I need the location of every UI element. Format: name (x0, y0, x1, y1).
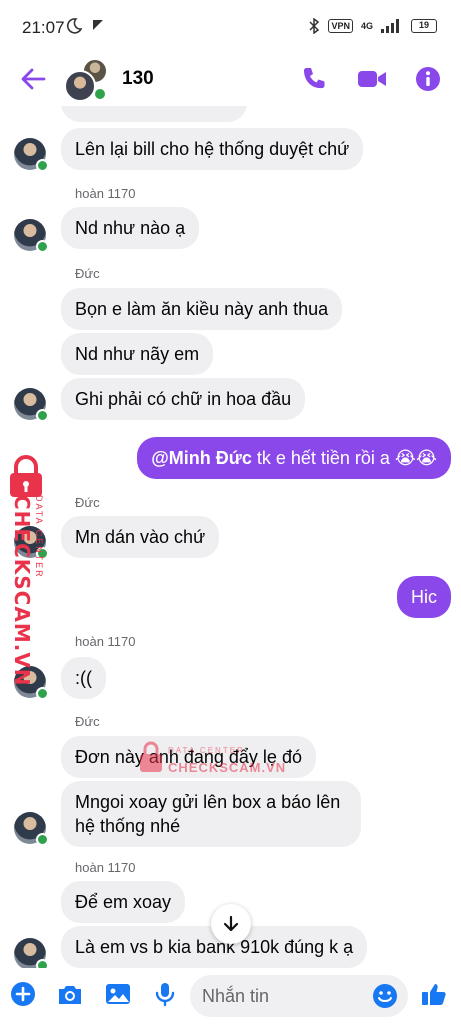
online-indicator (36, 409, 49, 422)
back-arrow-icon[interactable] (20, 66, 46, 92)
watermark-subtitle: DATA CENTER (34, 495, 44, 579)
watermark-brand: CHECKSCAM.VN (10, 495, 34, 687)
message-bubble[interactable]: Mngoi xoay gửi lên box a báo lên hệ thốn… (61, 781, 361, 847)
online-indicator (36, 687, 49, 700)
sender-name: Đức (75, 495, 100, 510)
avatar[interactable] (14, 812, 49, 846)
message-bubble[interactable]: Ghi phải có chữ in hoa đầu (61, 378, 306, 420)
nav-arrow-icon (93, 20, 103, 30)
online-indicator (36, 240, 49, 253)
network-label: 4G (360, 21, 373, 31)
sent-message-bubble[interactable]: @Minh Đức tk e hết tiền rồi a 😭😭 (137, 437, 451, 479)
avatar[interactable] (14, 388, 49, 422)
image-icon[interactable] (104, 981, 132, 1007)
message-text: tk e hết tiền rồi a 😭😭 (251, 448, 437, 468)
avatar[interactable] (14, 938, 49, 968)
message-bubble[interactable]: Để em xoay (61, 881, 186, 923)
online-indicator (36, 833, 49, 846)
sender-name: Đức (75, 714, 100, 729)
info-icon[interactable] (414, 65, 442, 93)
video-icon[interactable] (356, 65, 388, 93)
avatar[interactable] (14, 138, 49, 172)
lock-icon (10, 455, 42, 497)
battery-indicator: 19 (411, 19, 437, 33)
message-bubble[interactable]: Nd như nãy em (61, 333, 214, 375)
watermark-subtitle: DATA CENTER (168, 746, 245, 755)
moon-icon (66, 18, 82, 34)
message-bubble[interactable]: :(( (61, 657, 106, 699)
phone-icon[interactable] (300, 65, 328, 93)
lock-icon (140, 741, 162, 772)
avatar[interactable] (14, 219, 49, 253)
group-avatar[interactable] (64, 58, 110, 102)
bluetooth-icon (309, 18, 320, 34)
sender-name: hoàn 1170 (75, 634, 136, 649)
sender-name: hoàn 1170 (75, 186, 136, 201)
plus-icon[interactable] (10, 981, 36, 1007)
online-indicator (93, 87, 107, 101)
chat-header: 130 (0, 56, 461, 106)
watermark-brand: CHECKSCAM.VN (168, 760, 287, 775)
camera-icon[interactable] (56, 981, 84, 1007)
sent-message-bubble[interactable]: Hic (397, 576, 451, 618)
emoji-icon[interactable] (372, 983, 398, 1009)
message-bubble[interactable]: Bọn e làm ăn kiều này anh thua (61, 288, 343, 330)
status-time: 21:07 (22, 18, 65, 37)
signal-icon (381, 19, 399, 33)
message-bubble[interactable]: Mn dán vào chứ (61, 516, 220, 558)
chevron-down-icon (223, 915, 239, 932)
watermark-checkscam-center: DATA CENTER CHECKSCAM.VN (138, 740, 298, 780)
mention-tag[interactable]: @Minh Đức (151, 448, 252, 468)
composer-bar: Nhắn tin (0, 968, 461, 1024)
online-indicator (36, 959, 49, 968)
like-icon[interactable] (420, 981, 448, 1007)
message-bubble-partial[interactable] (61, 106, 247, 122)
status-bar: 21:07 VPN 4G 19 (0, 0, 461, 56)
message-list[interactable]: Lên lại bill cho hệ thống duyệt chứ hoàn… (0, 106, 461, 968)
mic-icon[interactable] (152, 981, 178, 1007)
message-bubble[interactable]: Nd như nào ạ (61, 207, 200, 249)
online-indicator (36, 159, 49, 172)
message-input-placeholder: Nhắn tin (202, 986, 270, 1006)
message-input[interactable]: Nhắn tin (190, 975, 408, 1017)
sender-name: hoàn 1170 (75, 860, 136, 875)
message-bubble[interactable]: Lên lại bill cho hệ thống duyệt chứ (61, 128, 364, 170)
sender-name: Đức (75, 266, 100, 281)
vpn-badge: VPN (328, 19, 353, 33)
scroll-to-bottom-button[interactable] (211, 904, 251, 944)
avatar (64, 70, 96, 102)
conversation-title[interactable]: 130 (122, 68, 154, 90)
watermark-checkscam: CHECKSCAM.VN DATA CENTER (4, 455, 54, 687)
